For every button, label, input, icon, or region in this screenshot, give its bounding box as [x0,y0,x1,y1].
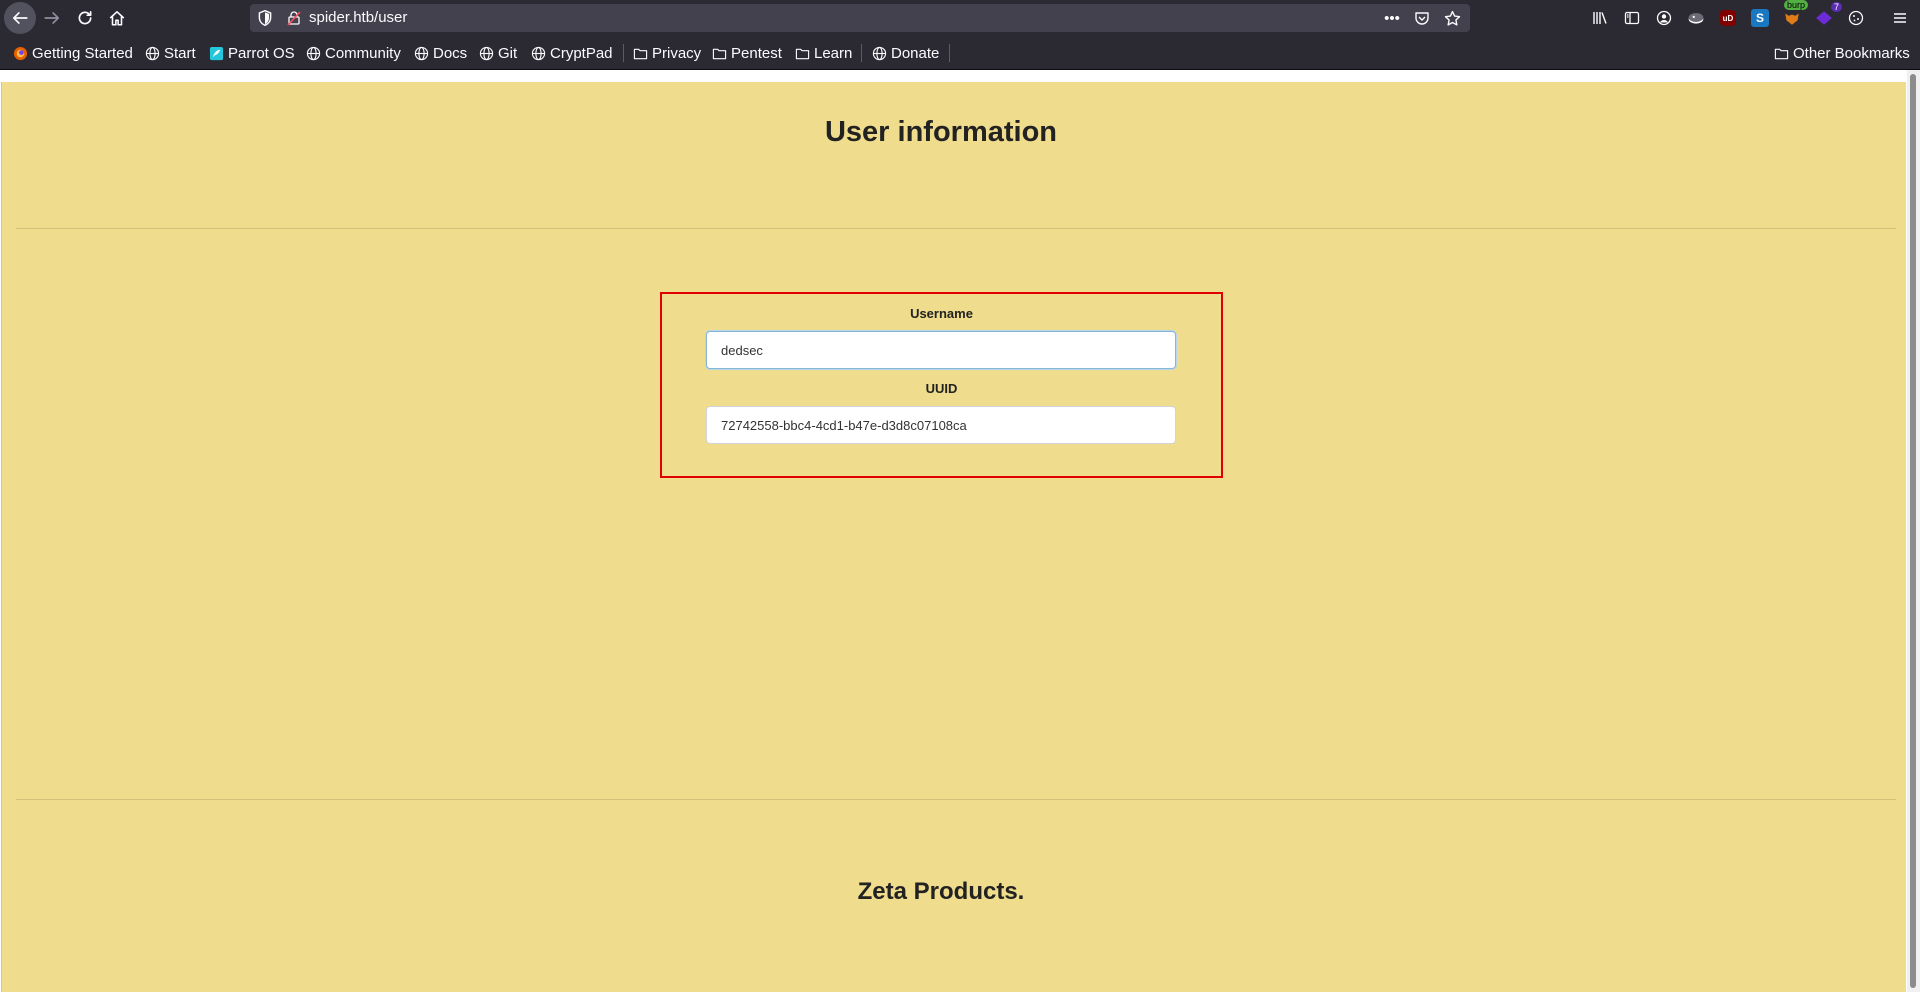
sidebar-icon[interactable] [1620,6,1644,30]
bookmark-parrot-os[interactable]: Parrot OS [208,44,295,62]
bookmark-community[interactable]: Community [305,44,401,62]
bookmark-label: Getting Started [32,44,133,62]
firefox-icon [12,45,28,61]
wappalyzer-icon[interactable]: 7 [1812,2,1842,30]
other-bookmarks-folder[interactable]: Other Bookmarks [1773,44,1910,62]
scrollbar-thumb[interactable] [1910,74,1916,988]
bookmark-label: Donate [891,44,940,62]
bookmark-docs[interactable]: Docs [413,44,467,62]
ublock-origin-icon[interactable]: uD [1720,10,1736,26]
bookmark-separator [949,44,950,62]
page-title: User information [824,116,1058,148]
globe-icon [478,45,494,61]
globe-icon [305,45,321,61]
username-label: Username [910,306,973,321]
divider [16,799,1896,800]
bookmark-label: Privacy [652,44,702,62]
bookmark-start[interactable]: Start [144,44,196,62]
s-extension-icon[interactable]: S [1751,9,1769,27]
arrow-left-icon [12,12,28,24]
parrot-icon [208,45,224,61]
back-button[interactable] [4,2,36,34]
bookmarks-toolbar: Getting Started Start Parrot OS Communit… [0,36,1920,70]
bookmark-label: Other Bookmarks [1793,44,1910,62]
bookmark-label: Learn [814,44,853,62]
globe-icon [144,45,160,61]
uuid-label: UUID [925,381,958,396]
bookmark-separator [623,44,624,62]
vertical-scrollbar[interactable] [1907,70,1920,992]
page-viewport: User information Username dedsec UUID 72… [0,70,1920,992]
browser-toolbar: spider.htb/user ••• uD S burp 7 [0,0,1920,36]
bookmark-label: CryptPad [550,44,613,62]
globe-icon [413,45,429,61]
arrow-right-icon [44,12,60,24]
cookie-extension-icon[interactable] [1684,6,1708,30]
page-body: User information Username dedsec UUID 72… [1,82,1906,992]
bookmark-git[interactable]: Git [478,44,517,62]
bookmark-getting-started[interactable]: Getting Started [12,44,133,62]
account-icon[interactable] [1652,6,1676,30]
uuid-field[interactable]: 72742558-bbc4-4cd1-b47e-d3d8c07108ca [706,406,1176,444]
bookmark-label: Pentest [731,44,782,62]
cookie-editor-icon[interactable] [1844,6,1868,30]
foxyproxy-icon[interactable]: burp [1780,0,1808,30]
bookmark-label: Docs [433,44,468,62]
bookmark-cryptpad[interactable]: CryptPad [530,44,613,62]
bookmark-separator [861,44,862,62]
tracking-protection-icon[interactable] [256,9,274,27]
forward-button[interactable] [36,2,68,34]
folder-icon [711,45,727,61]
globe-icon [530,45,546,61]
bookmark-label: Start [164,44,196,62]
burp-badge: burp [1783,0,1808,10]
bookmark-folder-pentest[interactable]: Pentest [711,44,782,62]
reload-icon [78,10,92,25]
url-text[interactable]: spider.htb/user [309,9,407,26]
bookmark-label: Community [325,44,401,62]
bookmark-donate[interactable]: Donate [871,44,939,62]
home-icon [109,11,125,26]
globe-icon [871,45,887,61]
folder-icon [632,45,648,61]
user-info-form: Username dedsec UUID 72742558-bbc4-4cd1-… [660,292,1223,478]
reload-button[interactable] [69,2,101,34]
bookmark-label: Parrot OS [228,44,295,62]
bookmark-folder-privacy[interactable]: Privacy [632,44,701,62]
folder-icon [1773,45,1789,61]
divider [16,228,1896,229]
insecure-lock-icon[interactable] [286,10,302,26]
folder-icon [794,45,810,61]
home-button[interactable] [101,2,133,34]
bookmark-star-icon[interactable] [1442,8,1462,28]
count-badge: 7 [1830,2,1842,12]
bookmark-folder-learn[interactable]: Learn [794,44,852,62]
pocket-icon[interactable] [1412,8,1432,28]
bookmark-label: Git [498,44,518,62]
username-field[interactable]: dedsec [706,331,1176,369]
library-icon[interactable] [1588,6,1612,30]
url-bar[interactable]: spider.htb/user ••• [250,4,1470,32]
hamburger-menu-icon[interactable] [1888,6,1912,30]
more-actions-icon[interactable]: ••• [1382,8,1402,28]
footer-title: Zeta Products. [857,878,1025,905]
